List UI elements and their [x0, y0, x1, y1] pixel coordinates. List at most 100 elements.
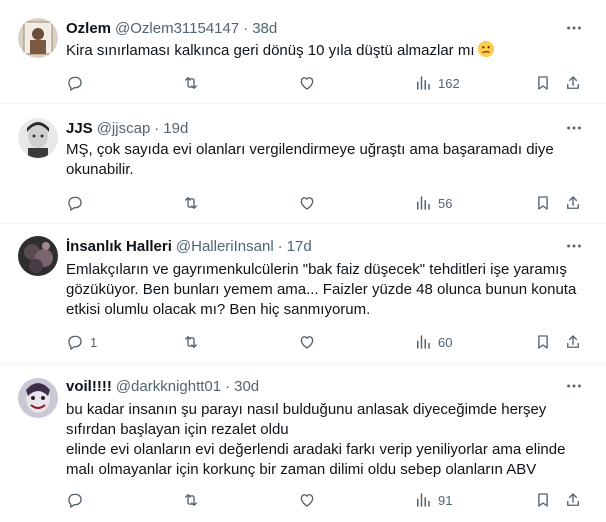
- more-icon: [567, 384, 581, 388]
- views-button[interactable]: 60: [414, 332, 452, 352]
- heart-icon: [300, 197, 314, 210]
- tweet-text-line: gözüküyor. Ben bunları yemem ama... Faiz…: [66, 281, 577, 298]
- author-handle[interactable]: @jjscap: [97, 120, 151, 137]
- timestamp[interactable]: 17d: [287, 238, 312, 255]
- separator-dot: ·: [154, 119, 160, 137]
- share-button[interactable]: [564, 332, 582, 352]
- tweet-text: Kira sınırlaması kalkınca geri dönüş 10 …: [66, 40, 586, 61]
- reply-button[interactable]: 1: [66, 332, 97, 352]
- author-handle[interactable]: @Ozlem31154147: [115, 20, 239, 37]
- separator-dot: ·: [277, 237, 283, 255]
- tweet-text-line: MŞ, çok sayıda evi olanları vergilendirm…: [66, 141, 554, 158]
- avatar[interactable]: [18, 378, 58, 418]
- analytics-icon: [417, 335, 430, 349]
- tweet-text-line: elinde evi olanların evi değerlendi arad…: [66, 441, 566, 458]
- tweet-text: MŞ, çok sayıda evi olanları vergilendirm…: [66, 140, 586, 180]
- more-icon: [567, 244, 581, 248]
- share-icon: [567, 493, 579, 506]
- analytics-icon: [417, 196, 430, 210]
- reply-button[interactable]: [66, 73, 90, 93]
- tweet-header: voil!!!! @darkknightt01 · 30d: [66, 376, 259, 396]
- tweet-header: İnsanlık Halleri @HalleriInsanl · 17d: [66, 236, 312, 256]
- tweet[interactable]: JJS @jjscap · 19d MŞ, çok sayıda evi ola…: [0, 104, 606, 224]
- author-name[interactable]: JJS: [66, 120, 93, 137]
- reply-icon: [68, 493, 82, 508]
- views-button[interactable]: 162: [414, 73, 460, 93]
- tweet-header: JJS @jjscap · 19d: [66, 118, 188, 138]
- retweet-button[interactable]: [182, 490, 206, 510]
- views-button[interactable]: 91: [414, 490, 452, 510]
- avatar[interactable]: [18, 18, 58, 58]
- tweet-text-line: malı olmayanlar için korkunç bir zaman d…: [66, 461, 537, 478]
- author-name[interactable]: voil!!!!: [66, 378, 112, 395]
- tweet-text-content: Kira sınırlaması kalkınca geri dönüş 10 …: [66, 42, 475, 59]
- like-button[interactable]: [298, 332, 322, 352]
- share-icon: [567, 335, 579, 348]
- view-count: 162: [438, 75, 460, 91]
- avatar[interactable]: [18, 236, 58, 276]
- tweet-text-line: okunabilir.: [66, 161, 134, 178]
- retweet-icon: [185, 494, 197, 506]
- retweet-button[interactable]: [182, 193, 206, 213]
- bookmark-button[interactable]: [534, 490, 552, 510]
- bookmark-icon: [538, 76, 548, 90]
- avatar-image: [18, 18, 58, 58]
- tweet-text-line: etkisi olumlu olacak mı? Ben hiç sanmıyo…: [66, 301, 371, 318]
- tweet-text-line: sıfırdan başlayan için rezalet oldu: [66, 421, 289, 438]
- reply-icon: [68, 196, 82, 211]
- more-options-button[interactable]: [564, 18, 584, 38]
- separator-dot: ·: [225, 377, 231, 395]
- heart-icon: [300, 494, 314, 507]
- reply-icon: [68, 335, 82, 350]
- tweet-text-line: Emlakçıların ve gayrımenkulcülerin "bak …: [66, 261, 567, 278]
- more-icon: [567, 26, 581, 30]
- tweet-text: Emlakçıların ve gayrımenkulcülerin "bak …: [66, 260, 586, 320]
- views-button[interactable]: 56: [414, 193, 452, 213]
- share-button[interactable]: [564, 490, 582, 510]
- timestamp[interactable]: 38d: [252, 20, 277, 37]
- reply-button[interactable]: [66, 193, 90, 213]
- avatar-image: [18, 378, 58, 418]
- avatar[interactable]: [18, 118, 58, 158]
- timestamp[interactable]: 19d: [163, 120, 188, 137]
- more-options-button[interactable]: [564, 118, 584, 138]
- author-name[interactable]: İnsanlık Halleri: [66, 238, 172, 255]
- more-options-button[interactable]: [564, 236, 584, 256]
- view-count: 91: [438, 492, 453, 508]
- tweet[interactable]: İnsanlık Halleri @HalleriInsanl · 17d Em…: [0, 224, 606, 364]
- share-button[interactable]: [564, 73, 582, 93]
- retweet-icon: [185, 336, 197, 348]
- tweet-header: Ozlem @Ozlem31154147 · 38d: [66, 18, 277, 38]
- analytics-icon: [417, 76, 430, 90]
- like-button[interactable]: [298, 193, 322, 213]
- retweet-button[interactable]: [182, 332, 206, 352]
- avatar-image: [18, 236, 58, 276]
- share-button[interactable]: [564, 193, 582, 213]
- action-bar: 162: [0, 73, 606, 93]
- tweet[interactable]: voil!!!! @darkknightt01 · 30d bu kadar i…: [0, 364, 606, 522]
- retweet-icon: [185, 197, 197, 209]
- timestamp[interactable]: 30d: [234, 378, 259, 395]
- like-button[interactable]: [298, 490, 322, 510]
- view-count: 56: [438, 195, 453, 211]
- bookmark-button[interactable]: [534, 193, 552, 213]
- reply-button[interactable]: [66, 490, 90, 510]
- like-button[interactable]: [298, 73, 322, 93]
- tweet[interactable]: Ozlem @Ozlem31154147 · 38d Kira sınırlam…: [0, 0, 606, 104]
- bookmark-button[interactable]: [534, 73, 552, 93]
- share-icon: [567, 196, 579, 209]
- author-handle[interactable]: @darkknightt01: [116, 378, 221, 395]
- more-icon: [567, 126, 581, 130]
- action-bar: 56: [0, 193, 606, 213]
- author-handle[interactable]: @HalleriInsanl: [176, 238, 274, 255]
- bookmark-icon: [538, 335, 548, 349]
- separator-dot: ·: [243, 19, 249, 37]
- reply-icon: [68, 76, 82, 91]
- author-name[interactable]: Ozlem: [66, 20, 111, 37]
- heart-icon: [300, 336, 314, 349]
- more-options-button[interactable]: [564, 376, 584, 396]
- bookmark-icon: [538, 493, 548, 507]
- bookmark-button[interactable]: [534, 332, 552, 352]
- tweet-text: bu kadar insanın şu parayı nasıl bulduğu…: [66, 400, 586, 480]
- retweet-button[interactable]: [182, 73, 206, 93]
